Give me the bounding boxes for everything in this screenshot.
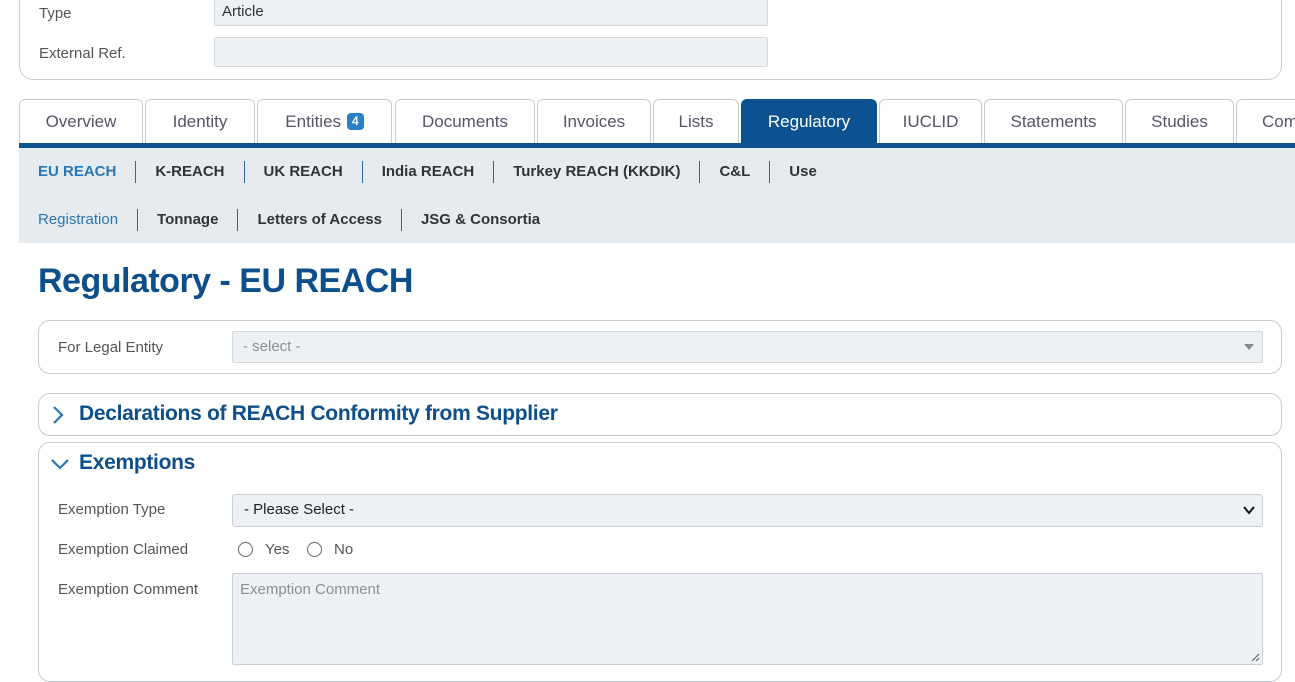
page-title: Regulatory - EU REACH	[38, 262, 413, 300]
subnav-registration[interactable]: Registration	[38, 209, 137, 231]
subnav-eu-reach[interactable]: EU REACH	[38, 161, 135, 183]
subnav-uk-reach[interactable]: UK REACH	[243, 161, 362, 183]
external-ref-value	[214, 37, 768, 67]
exemptions-section: Exemptions Exemption Type - Please Selec…	[38, 442, 1282, 682]
chevron-right-icon	[53, 406, 64, 424]
tab-label: Com	[1262, 111, 1295, 131]
declarations-section[interactable]: Declarations of REACH Conformity from Su…	[38, 393, 1282, 436]
tab-label: Studies	[1151, 111, 1208, 131]
tab-label: Entities	[285, 111, 342, 131]
exemption-claimed-label: Exemption Claimed	[58, 541, 189, 558]
chevron-down-icon[interactable]	[50, 457, 70, 471]
tab-label: Regulatory	[767, 111, 851, 131]
subnav-turkey-reach[interactable]: Turkey REACH (KKDIK)	[493, 161, 699, 183]
exemption-claimed-no[interactable]: No	[307, 541, 353, 558]
record-info-panel: Type Article External Ref.	[19, 0, 1282, 80]
chevron-down-icon	[1244, 344, 1254, 350]
exemption-type-select[interactable]: - Please Select -	[232, 494, 1263, 527]
tab-label: IUCLID	[902, 111, 959, 131]
subnav-cl[interactable]: C&L	[699, 161, 769, 183]
legal-entity-panel: For Legal Entity - select -	[38, 320, 1282, 374]
resize-handle-icon[interactable]	[1250, 652, 1260, 662]
tab-iuclid[interactable]: IUCLID	[879, 99, 982, 143]
subnav-letters-of-access[interactable]: Letters of Access	[237, 209, 401, 231]
exemption-type-label: Exemption Type	[58, 501, 166, 518]
legal-entity-label: For Legal Entity	[58, 339, 164, 356]
tab-identity[interactable]: Identity	[145, 99, 255, 143]
subnav-jsg-consortia[interactable]: JSG & Consortia	[400, 209, 559, 231]
exemption-type-value: - Please Select -	[244, 501, 355, 518]
subnav-k-reach[interactable]: K-REACH	[135, 161, 243, 183]
radio-yes[interactable]	[238, 542, 253, 557]
tab-regulatory[interactable]: Regulatory	[741, 99, 877, 143]
legal-entity-select[interactable]: - select -	[232, 331, 1263, 363]
radio-yes-label: Yes	[265, 541, 290, 558]
subnav-tonnage[interactable]: Tonnage	[137, 209, 237, 231]
type-label: Type	[39, 5, 72, 22]
tab-com[interactable]: Com	[1236, 99, 1295, 143]
tab-statements[interactable]: Statements	[984, 99, 1123, 143]
chevron-down-icon	[1243, 506, 1255, 515]
tab-label: Identity	[172, 111, 228, 131]
subnav-secondary: Registration Tonnage Letters of Access J…	[38, 208, 559, 232]
main-tabs: Overview Identity Entities 4 Documents In…	[19, 99, 1295, 143]
tab-label: Invoices	[562, 111, 626, 131]
entities-count-badge: 4	[347, 113, 364, 130]
exemption-comment-label: Exemption Comment	[58, 581, 199, 598]
tab-studies[interactable]: Studies	[1125, 99, 1234, 143]
exemptions-title[interactable]: Exemptions	[79, 451, 195, 475]
subnav-use[interactable]: Use	[769, 161, 836, 183]
tab-label: Statements	[1010, 111, 1097, 131]
tab-lists[interactable]: Lists	[653, 99, 739, 143]
subnav-india-reach[interactable]: India REACH	[361, 161, 494, 183]
tab-entities[interactable]: Entities 4	[257, 99, 392, 143]
type-value: Article	[214, 0, 768, 26]
tab-label: Lists	[678, 111, 714, 131]
radio-no-label: No	[334, 541, 354, 558]
legal-entity-placeholder: - select -	[243, 338, 301, 355]
radio-no[interactable]	[307, 542, 322, 557]
tab-label: Documents	[422, 111, 508, 131]
regulatory-subnav: EU REACH K-REACH UK REACH India REACH Tu…	[19, 148, 1295, 243]
tab-label: Overview	[45, 111, 117, 131]
subnav-primary: EU REACH K-REACH UK REACH India REACH Tu…	[38, 160, 836, 184]
declarations-title: Declarations of REACH Conformity from Su…	[79, 402, 558, 425]
tab-documents[interactable]: Documents	[395, 99, 535, 143]
exemption-comment-input[interactable]: Exemption Comment	[232, 573, 1263, 665]
external-ref-label: External Ref.	[39, 45, 126, 62]
exemption-claimed-yes[interactable]: Yes	[238, 541, 289, 558]
tab-invoices[interactable]: Invoices	[537, 99, 651, 143]
tab-overview[interactable]: Overview	[19, 99, 143, 143]
exemption-comment-placeholder: Exemption Comment	[240, 581, 381, 598]
